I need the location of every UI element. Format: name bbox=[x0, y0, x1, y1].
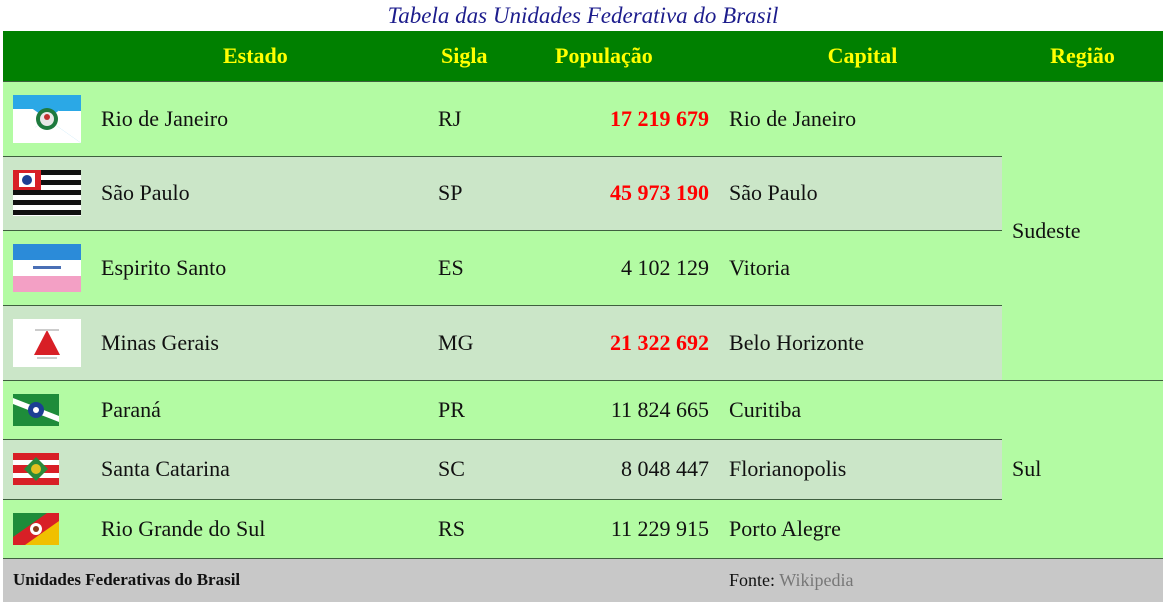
estado-cell: São Paulo bbox=[101, 155, 439, 230]
states-table: Estado Sigla População Capital Região Ri… bbox=[3, 31, 1164, 602]
capital-cell: Florianopolis bbox=[723, 438, 1003, 499]
estado-cell: Rio de Janeiro bbox=[101, 80, 439, 156]
table-row: Rio de Janeiro RJ 17 219 679 Rio de Jane… bbox=[3, 80, 1164, 380]
flag-cell bbox=[3, 80, 101, 156]
pr-flag-icon bbox=[13, 393, 101, 426]
estado-cell: Rio Grande do Sul bbox=[101, 498, 439, 558]
table-row: Rio Grande do Sul RS 11 229 915 Porto Al… bbox=[3, 498, 1163, 558]
mg-flag-icon bbox=[13, 318, 101, 367]
sigla-cell: SC bbox=[438, 438, 529, 499]
populacao-cell: 8 048 447 bbox=[528, 438, 724, 499]
es-flag-icon bbox=[13, 243, 101, 292]
table-row: Santa Catarina SC 8 048 447 Florianopoli… bbox=[3, 438, 1163, 499]
sigla-cell: RS bbox=[438, 498, 529, 558]
rs-flag-icon bbox=[13, 512, 101, 545]
table-footer-row: Unidades Federativas do Brasil Fonte: Wi… bbox=[3, 557, 1164, 602]
populacao-cell: 11 229 915 bbox=[528, 498, 724, 558]
sigla-cell: MG bbox=[438, 304, 529, 380]
capital-cell: Porto Alegre bbox=[723, 498, 1003, 558]
header-estado: Estado bbox=[223, 42, 288, 68]
flag-cell bbox=[3, 229, 101, 305]
populacao-cell: 4 102 129 bbox=[528, 229, 724, 305]
table-row: Paraná PR 11 824 665 Curitiba Sul bbox=[3, 379, 1164, 558]
regiao-cell-sudeste: Sudeste bbox=[1002, 80, 1164, 380]
estado-cell: Paraná bbox=[101, 379, 439, 439]
sigla-cell: PR bbox=[438, 379, 529, 439]
footer-title: Unidades Federativas do Brasil bbox=[3, 557, 724, 602]
header-populacao: População bbox=[555, 42, 653, 68]
capital-cell: Vitoria bbox=[723, 229, 1003, 305]
table-row: Minas Gerais MG 21 322 692 Belo Horizont… bbox=[3, 304, 1163, 380]
regiao-cell-sul: Sul bbox=[1002, 379, 1164, 558]
flag-cell bbox=[3, 379, 101, 439]
sigla-cell: RJ bbox=[438, 80, 529, 156]
table-row: São Paulo SP 45 973 190 São Paulo bbox=[3, 155, 1163, 230]
capital-cell: São Paulo bbox=[723, 155, 1003, 230]
sigla-cell: ES bbox=[438, 229, 529, 305]
table-header-row: Estado Sigla População Capital Região bbox=[3, 31, 1164, 81]
sigla-cell: SP bbox=[438, 155, 529, 230]
footer-source: Fonte: Wikipedia bbox=[723, 557, 1164, 602]
footer-source-label: Fonte: bbox=[729, 569, 780, 590]
capital-cell: Rio de Janeiro bbox=[723, 80, 1003, 156]
estado-cell: Minas Gerais bbox=[101, 304, 439, 380]
capital-cell: Belo Horizonte bbox=[723, 304, 1003, 380]
flag-cell bbox=[3, 155, 101, 230]
capital-cell: Curitiba bbox=[723, 379, 1003, 439]
header-sigla: Sigla bbox=[441, 42, 488, 68]
flag-cell bbox=[3, 498, 101, 558]
sc-flag-icon bbox=[13, 453, 101, 485]
header-capital: Capital bbox=[827, 42, 898, 68]
flag-cell bbox=[3, 304, 101, 380]
table-row: Espirito Santo ES 4 102 129 Vitoria bbox=[3, 229, 1163, 305]
sp-flag-icon bbox=[13, 170, 101, 216]
populacao-cell: 17 219 679 bbox=[528, 80, 724, 156]
populacao-cell: 45 973 190 bbox=[528, 155, 724, 230]
flag-cell bbox=[3, 438, 101, 499]
estado-cell: Santa Catarina bbox=[101, 438, 439, 499]
wikipedia-link[interactable]: Wikipedia bbox=[779, 570, 853, 590]
populacao-cell: 21 322 692 bbox=[528, 304, 724, 380]
header-regiao: Região bbox=[1050, 42, 1115, 68]
rj-flag-icon bbox=[13, 94, 101, 143]
table-caption: Tabela das Unidades Federativa do Brasil bbox=[387, 3, 779, 28]
estado-cell: Espirito Santo bbox=[101, 229, 439, 305]
populacao-cell: 11 824 665 bbox=[528, 379, 724, 439]
